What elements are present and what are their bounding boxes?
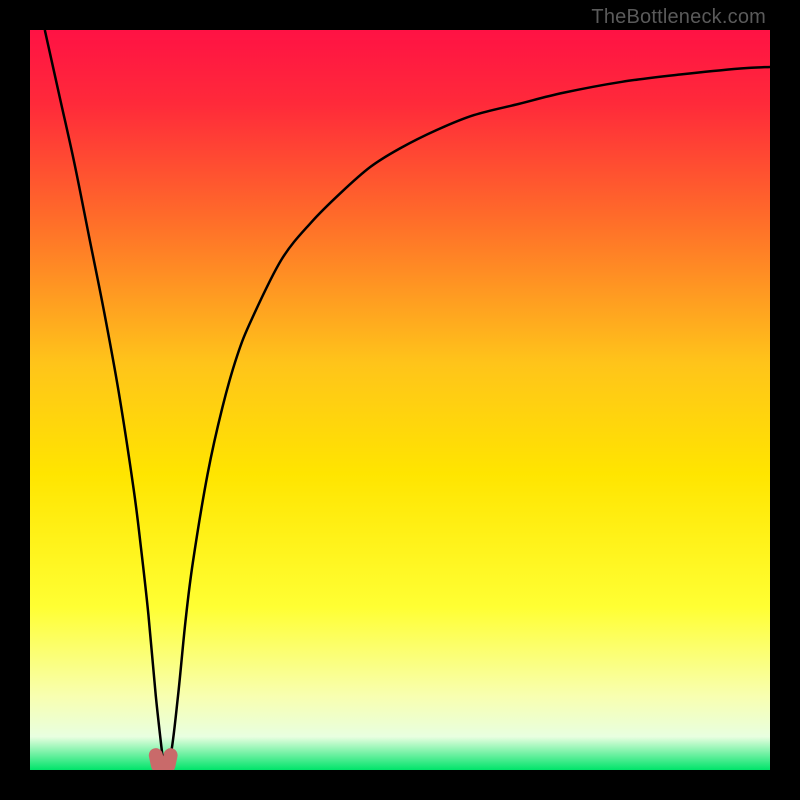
gradient-background (30, 30, 770, 770)
watermark-text: TheBottleneck.com (591, 6, 766, 29)
outer-frame: TheBottleneck.com (0, 0, 800, 800)
optimum-marker (156, 755, 171, 765)
plot-area (30, 30, 770, 770)
chart-svg (30, 30, 770, 770)
